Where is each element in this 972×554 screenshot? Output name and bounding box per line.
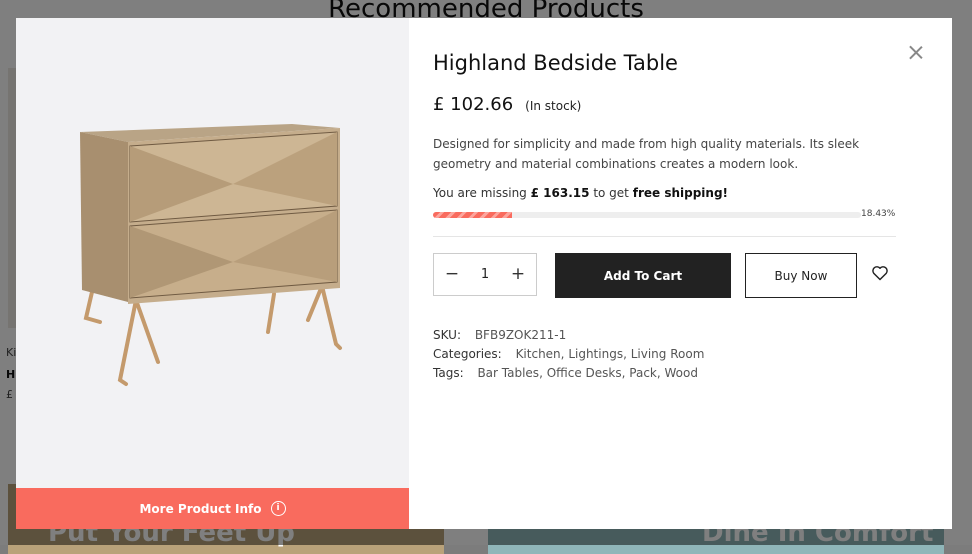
quantity-value[interactable]: 1: [481, 267, 489, 282]
tag-link[interactable]: Office Desks: [547, 366, 622, 380]
tags-label: Tags:: [433, 366, 464, 380]
product-description: Designed for simplicity and made from hi…: [433, 137, 860, 171]
categories-row: Categories: Kitchen, Lightings, Living R…: [433, 347, 705, 361]
product-image: [80, 124, 342, 386]
product-details-panel: Highland Bedside Table £ 102.66 (In stoc…: [409, 18, 952, 529]
product-title: Highland Bedside Table: [433, 51, 678, 75]
category-link[interactable]: Lightings: [568, 347, 623, 361]
buy-now-button[interactable]: Buy Now: [745, 253, 857, 298]
tag-link[interactable]: Bar Tables: [477, 366, 539, 380]
category-link[interactable]: Kitchen: [516, 347, 561, 361]
shipping-progress-bar: [433, 212, 861, 218]
shipping-progress-fill: [433, 212, 512, 218]
categories-label: Categories:: [433, 347, 502, 361]
sku-row: SKU: BFB9ZOK211-1: [433, 328, 566, 342]
more-product-info-button[interactable]: More Product Info i: [16, 488, 409, 529]
close-icon[interactable]: [908, 44, 924, 60]
sku-label: SKU:: [433, 328, 461, 342]
free-shipping-message: You are missing £ 163.15 to get free shi…: [433, 186, 728, 200]
tag-link[interactable]: Wood: [665, 366, 698, 380]
plus-icon[interactable]: +: [510, 266, 526, 283]
shipping-progress-label: 18.43%: [861, 209, 896, 219]
stock-status: (In stock): [525, 99, 582, 113]
shipping-amount: £ 163.15: [530, 186, 590, 200]
minus-icon[interactable]: −: [444, 266, 460, 283]
product-price: £ 102.66: [433, 94, 514, 115]
heart-icon[interactable]: [871, 265, 889, 281]
tag-link[interactable]: Pack: [629, 366, 657, 380]
shipping-middle: to get: [593, 186, 629, 200]
price-row: £ 102.66 (In stock): [433, 94, 581, 115]
tags-row: Tags: Bar Tables, Office Desks, Pack, Wo…: [433, 366, 698, 380]
category-link[interactable]: Living Room: [631, 347, 705, 361]
quick-view-modal: More Product Info i Highland Bedside Tab…: [16, 18, 952, 529]
divider: [433, 236, 896, 237]
add-to-cart-button[interactable]: Add To Cart: [555, 253, 731, 298]
product-image-panel: More Product Info i: [16, 18, 409, 529]
quantity-stepper: − 1 +: [433, 253, 537, 296]
shipping-prefix: You are missing: [433, 186, 527, 200]
shipping-highlight: free shipping!: [632, 186, 729, 200]
sku-value: BFB9ZOK211-1: [474, 328, 567, 342]
more-product-info-label: More Product Info: [139, 501, 262, 516]
info-icon: i: [270, 501, 286, 516]
